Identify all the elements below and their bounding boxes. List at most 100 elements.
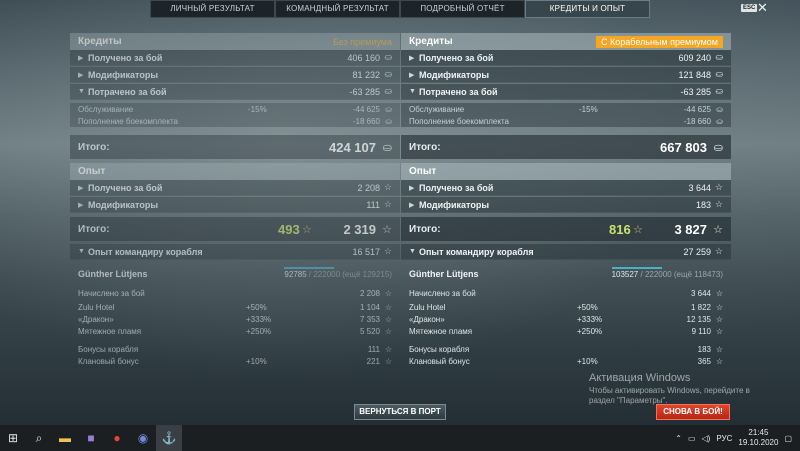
credit-coin-icon: ⛀ (384, 69, 392, 79)
credits-row-earned[interactable]: ▶ Получено за бой 609 240 ⛀ (401, 50, 731, 66)
captain-progress-bar (611, 266, 662, 269)
cmd-percent: +250% (246, 326, 272, 336)
captain-progress-max: / 222000 (ещё 129215) (308, 269, 392, 279)
clock[interactable]: 21:45 19.10.2020 (738, 428, 778, 448)
credits-header: Кредиты Без премиума (70, 33, 400, 50)
return-to-port-button[interactable]: ВЕРНУТЬСЯ В ПОРТ (354, 404, 446, 420)
credits-row-earned[interactable]: ▶ Получено за бой 406 160 ⛀ (70, 50, 400, 66)
star-icon: ☆ (715, 288, 723, 298)
cmd-label: Zulu Hotel (409, 302, 446, 312)
chevron-down-icon: ▼ (78, 248, 85, 255)
battle-again-button[interactable]: СНОВА В БОЙ! (656, 404, 730, 420)
row-value: 406 160 (347, 52, 380, 63)
cmd-value: 111 (367, 344, 380, 354)
save-disk-icon[interactable]: ■ (78, 425, 104, 451)
esc-key-hint: ESC (741, 4, 758, 12)
star-icon: ☆ (383, 246, 392, 256)
sub-value: -18 660 (683, 116, 711, 126)
cmd-percent: +333% (246, 314, 272, 324)
chevron-right-icon: ▶ (78, 184, 84, 192)
xp-header: Опыт (70, 163, 400, 180)
language-indicator[interactable]: РУС (716, 434, 732, 443)
row-label: Опыт командиру корабля (88, 246, 203, 257)
windows-start-icon[interactable]: ⊞ (0, 425, 26, 451)
xp-title: Опыт (409, 166, 437, 177)
free-xp-icon: ☆ (302, 223, 312, 236)
captain-progress-bar (284, 266, 335, 269)
xp-row-modifiers[interactable]: ▶ Модификаторы 183 ☆ (401, 197, 731, 213)
row-label: Получено за бой (419, 52, 494, 63)
premium-label: Без премиума (332, 36, 392, 47)
cmd-line: Мятежное пламя +250% 9 110 ☆ (401, 325, 731, 337)
chrome-icon[interactable]: ● (104, 425, 130, 451)
xp-total: Итого: 493 ☆ 2 319 ☆ (70, 217, 400, 241)
clock-date: 19.10.2020 (738, 438, 779, 447)
star-icon: ☆ (383, 199, 392, 209)
chevron-up-icon[interactable]: ⌃ (675, 434, 682, 443)
total-label: Итого: (78, 223, 110, 235)
discord-icon[interactable]: ◉ (130, 425, 156, 451)
chevron-down-icon: ▼ (409, 88, 416, 95)
cmd-label: Клановый бонус (78, 356, 139, 366)
credits-row-modifiers[interactable]: ▶ Модификаторы 81 232 ⛀ (70, 67, 400, 83)
row-label: Модификаторы (88, 69, 159, 80)
cmd-xp-row[interactable]: ▼ Опыт командиру корабля 16 517 ☆ (70, 244, 400, 260)
chevron-right-icon: ▶ (78, 54, 84, 62)
tab-team-result[interactable]: КОМАНДНЫЙ РЕЗУЛЬТАТ (275, 0, 400, 18)
cmd-xp-row[interactable]: ▼ Опыт командиру корабля 27 259 ☆ (401, 244, 731, 260)
row-label: Потрачено за бой (419, 86, 498, 97)
captain-progress: 92785 / 222000 (ещё 129215) (284, 266, 392, 279)
notifications-icon[interactable]: ▢ (784, 434, 792, 443)
network-icon[interactable]: ▭ (688, 434, 696, 443)
windows-activation-watermark: Активация Windows Чтобы активировать Win… (589, 372, 750, 406)
tab-credits-and-xp[interactable]: КРЕДИТЫ И ОПЫТ (525, 0, 650, 18)
chevron-right-icon: ▶ (409, 184, 415, 192)
sub-value: -44 625 (352, 104, 380, 114)
cmd-line: Бонусы корабля 111 ☆ (70, 343, 400, 355)
cmd-line: Мятежное пламя +250% 5 520 ☆ (70, 325, 400, 337)
row-value: 16 517 (352, 246, 380, 257)
cmd-label: «Дракон» (78, 314, 114, 324)
tab-detailed-report[interactable]: ПОДРОБНЫЙ ОТЧЁТ (400, 0, 525, 18)
credits-total-value: 667 803 (660, 139, 707, 155)
chevron-right-icon: ▶ (409, 201, 415, 209)
tab-personal-result[interactable]: ЛИЧНЫЙ РЕЗУЛЬТАТ (150, 0, 275, 18)
game-app-icon[interactable]: ⚓ (156, 425, 182, 451)
credit-coin-icon: ⛀ (713, 141, 723, 154)
xp-row-earned[interactable]: ▶ Получено за бой 2 208 ☆ (70, 180, 400, 196)
cmd-value: 7 353 (359, 314, 380, 324)
cmd-label: Zulu Hotel (78, 302, 115, 312)
row-value: 81 232 (352, 69, 380, 80)
chevron-down-icon: ▼ (409, 248, 416, 255)
total-label: Итого: (409, 141, 441, 153)
credits-row-spent[interactable]: ▼ Потрачено за бой -63 285 ⛀ (70, 84, 400, 100)
cmd-line: Zulu Hotel +50% 1 104 ☆ (70, 301, 400, 313)
xp-row-modifiers[interactable]: ▶ Модификаторы 111 ☆ (70, 197, 400, 213)
close-icon[interactable]: ✕ (757, 1, 771, 15)
total-label: Итого: (78, 141, 110, 153)
captain-progress-value: 92785 (284, 269, 307, 279)
watermark-title: Активация Windows (589, 372, 691, 384)
sub-label: Пополнение боекомплекта (78, 116, 178, 126)
cmd-value: 2 208 (359, 288, 380, 298)
xp-row-earned[interactable]: ▶ Получено за бой 3 644 ☆ (401, 180, 731, 196)
volume-icon[interactable]: ◁) (702, 434, 711, 443)
star-icon: ☆ (713, 223, 723, 236)
chevron-down-icon: ▼ (78, 88, 85, 95)
star-icon: ☆ (384, 356, 392, 366)
search-icon[interactable]: ⌕ (26, 425, 52, 451)
cmd-value: 221 (366, 356, 380, 366)
credits-header: Кредиты С Корабельным премиумом (401, 33, 731, 50)
credits-row-modifiers[interactable]: ▶ Модификаторы 121 848 ⛀ (401, 67, 731, 83)
folder-icon[interactable]: ▬ (52, 425, 78, 451)
sub-value: -44 625 (683, 104, 711, 114)
star-icon: ☆ (382, 223, 392, 236)
premium-label: С Корабельным премиумом (596, 35, 723, 48)
cmd-label: Бонусы корабля (78, 344, 139, 354)
credits-row-spent[interactable]: ▼ Потрачено за бой -63 285 ⛀ (401, 84, 731, 100)
star-icon: ☆ (384, 288, 392, 298)
cmd-percent: +10% (577, 356, 598, 366)
captain-name: Günther Lütjens (409, 269, 479, 279)
cmd-line: Клановый бонус +10% 221 ☆ (70, 355, 400, 367)
captain-row: Günther Lütjens 92785 / 222000 (ещё 1292… (70, 266, 400, 282)
